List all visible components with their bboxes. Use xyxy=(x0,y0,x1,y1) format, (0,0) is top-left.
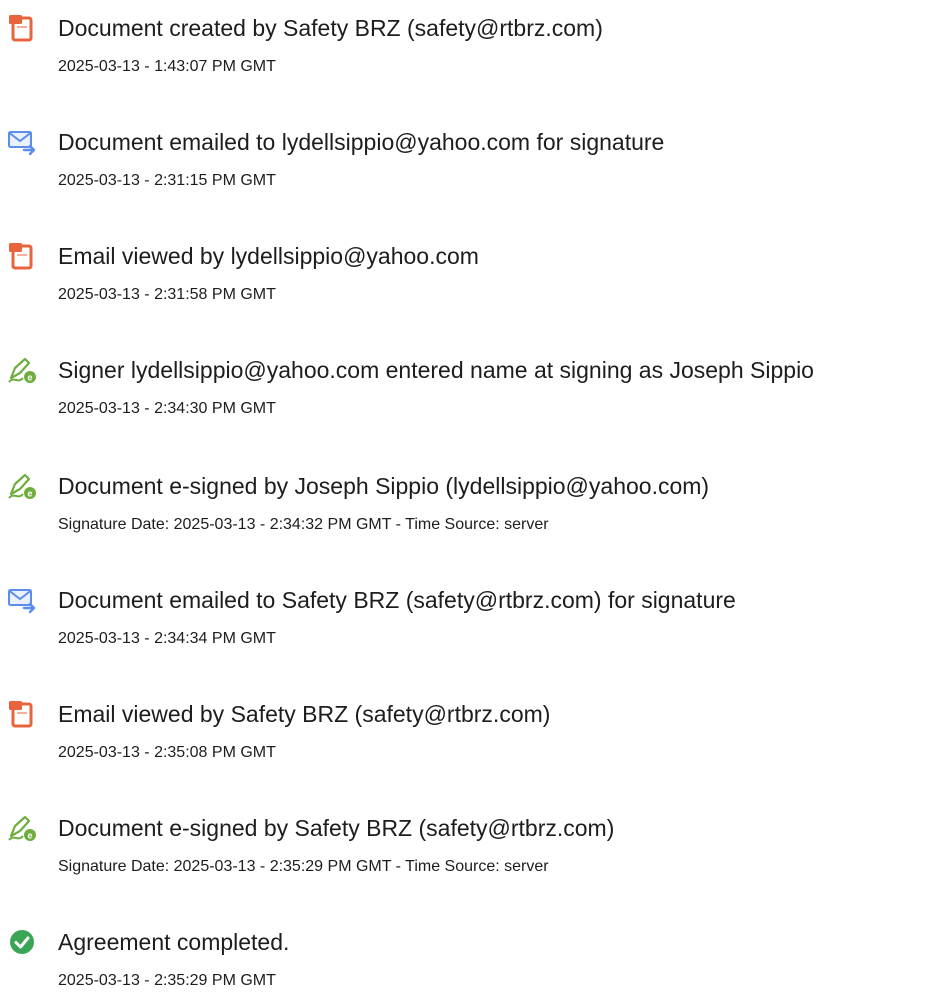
event-title: Document created by Safety BRZ (safety@r… xyxy=(58,15,603,41)
svg-text:e: e xyxy=(27,489,32,499)
audit-event: Document emailed to lydellsippio@yahoo.c… xyxy=(0,126,936,206)
event-timestamp: 2025-03-13 - 2:34:30 PM GMT xyxy=(58,400,276,417)
audit-event: Document created by Safety BRZ (safety@r… xyxy=(0,12,936,92)
check-circle-icon xyxy=(6,926,38,958)
event-title: Document e-signed by Safety BRZ (safety@… xyxy=(58,815,615,841)
svg-text:e: e xyxy=(27,373,32,383)
document-icon xyxy=(6,12,38,44)
email-sent-icon xyxy=(6,126,38,158)
event-title: Email viewed by lydellsippio@yahoo.com xyxy=(58,243,479,269)
audit-event: e Signer lydellsippio@yahoo.com entered … xyxy=(0,354,936,434)
esign-pen-icon: e xyxy=(6,470,38,502)
signature-date: Signature Date: 2025-03-13 - 2:35:29 PM … xyxy=(58,858,549,875)
esign-pen-icon: e xyxy=(6,812,38,844)
document-icon xyxy=(6,240,38,272)
signature-date: Signature Date: 2025-03-13 - 2:34:32 PM … xyxy=(58,516,549,533)
event-title: Document emailed to Safety BRZ (safety@r… xyxy=(58,587,736,613)
audit-event: e Document e-signed by Safety BRZ (safet… xyxy=(0,812,936,892)
esign-pen-icon: e xyxy=(6,354,38,386)
audit-event: Email viewed by lydellsippio@yahoo.com 2… xyxy=(0,240,936,320)
event-title: Signer lydellsippio@yahoo.com entered na… xyxy=(58,357,814,383)
svg-text:e: e xyxy=(27,831,32,841)
event-title: Agreement completed. xyxy=(58,929,290,955)
event-title: Email viewed by Safety BRZ (safety@rtbrz… xyxy=(58,701,551,727)
event-timestamp: 2025-03-13 - 2:31:15 PM GMT xyxy=(58,172,276,189)
event-timestamp: 2025-03-13 - 2:35:29 PM GMT xyxy=(58,972,276,989)
audit-event: Email viewed by Safety BRZ (safety@rtbrz… xyxy=(0,698,936,778)
event-timestamp: 2025-03-13 - 2:31:58 PM GMT xyxy=(58,286,276,303)
audit-event: e Document e-signed by Joseph Sippio (ly… xyxy=(0,470,936,550)
audit-event: Document emailed to Safety BRZ (safety@r… xyxy=(0,584,936,664)
event-timestamp: 2025-03-13 - 2:35:08 PM GMT xyxy=(58,744,276,761)
event-timestamp: 2025-03-13 - 2:34:34 PM GMT xyxy=(58,630,276,647)
email-sent-icon xyxy=(6,584,38,616)
event-title: Document emailed to lydellsippio@yahoo.c… xyxy=(58,129,665,155)
event-timestamp: 2025-03-13 - 1:43:07 PM GMT xyxy=(58,58,276,75)
document-icon xyxy=(6,698,38,730)
event-title: Document e-signed by Joseph Sippio (lyde… xyxy=(58,473,710,499)
audit-event: Agreement completed. 2025-03-13 - 2:35:2… xyxy=(0,926,936,1006)
